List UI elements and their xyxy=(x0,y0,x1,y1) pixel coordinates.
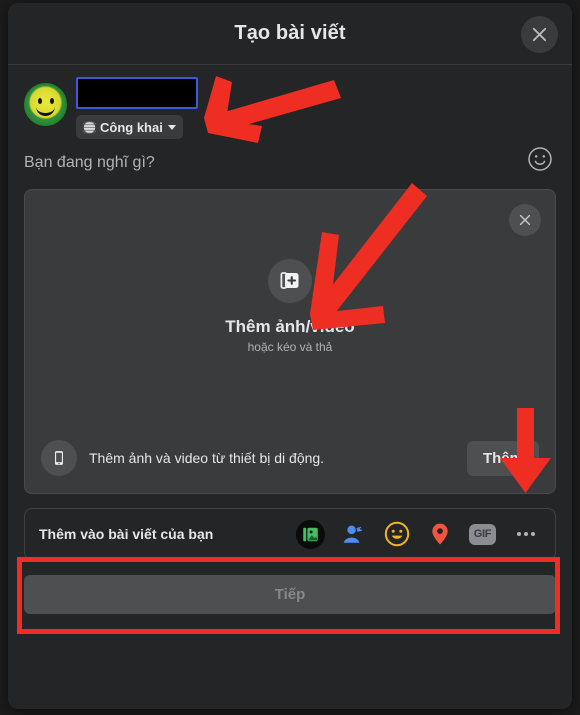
screenshot-root: Tạo bài viết Công khai Bạn đang nghĩ gì?… xyxy=(0,0,580,715)
dialog-header: Tạo bài viết xyxy=(8,3,572,65)
remove-media-button[interactable] xyxy=(509,204,541,236)
add-to-post-row: Thêm vào bài viết của bạn GIF xyxy=(24,508,556,560)
close-icon xyxy=(519,214,531,226)
privacy-selector[interactable]: Công khai xyxy=(76,115,183,139)
dropzone-subtitle: hoặc kéo và thả xyxy=(247,340,333,354)
add-photo-icon xyxy=(280,272,299,289)
feeling-activity-icon xyxy=(384,521,409,547)
close-icon xyxy=(532,27,547,42)
mobile-upload-row: Thêm ảnh và video từ thiết bị di động. T… xyxy=(29,427,551,489)
feeling-activity-button[interactable] xyxy=(381,519,412,550)
gif-icon: GIF xyxy=(469,523,496,545)
page-title: Tạo bài viết xyxy=(234,22,346,44)
more-options-icon xyxy=(516,532,535,536)
globe-icon xyxy=(83,120,96,134)
close-dialog-button[interactable] xyxy=(521,16,558,53)
tag-people-button[interactable] xyxy=(338,519,369,550)
emoji-smiley-icon xyxy=(528,147,552,171)
author-name-redacted xyxy=(76,77,198,109)
mobile-upload-text: Thêm ảnh và video từ thiết bị di động. xyxy=(89,450,325,466)
media-picker: Thêm ảnh/video hoặc kéo và thả Thêm ảnh … xyxy=(24,189,556,494)
add-to-post-section: Thêm vào bài viết của bạn GIF xyxy=(24,508,556,560)
highlight-add-to-post-row xyxy=(17,557,560,634)
location-icon xyxy=(431,523,448,545)
dialog-body: Công khai Bạn đang nghĩ gì? Thêm ảnh/vid… xyxy=(8,65,572,614)
check-in-location-button[interactable] xyxy=(424,519,455,550)
composer-placeholder: Bạn đang nghĩ gì? xyxy=(24,154,155,171)
emoji-picker-button[interactable] xyxy=(526,145,554,173)
mobile-phone-icon-wrap xyxy=(41,440,77,476)
dropzone-title: Thêm ảnh/video xyxy=(225,317,355,336)
add-photo-button[interactable] xyxy=(268,259,312,303)
tag-people-icon xyxy=(343,525,362,543)
author-details: Công khai xyxy=(76,77,198,139)
media-dropzone[interactable]: Thêm ảnh/video hoặc kéo và thả xyxy=(29,194,551,419)
add-photo-video-button[interactable] xyxy=(295,519,326,550)
add-from-mobile-button[interactable]: Thêm xyxy=(466,440,539,476)
post-composer[interactable]: Bạn đang nghĩ gì? xyxy=(24,141,556,185)
avatar[interactable] xyxy=(24,83,67,126)
add-gif-button[interactable]: GIF xyxy=(467,519,498,550)
more-options-button[interactable] xyxy=(510,519,541,550)
avatar-mouth xyxy=(36,102,55,116)
mobile-phone-icon xyxy=(55,451,63,465)
add-to-post-actions: GIF xyxy=(295,519,541,550)
photo-video-icon xyxy=(295,519,326,549)
chevron-down-icon xyxy=(167,124,176,130)
author-row: Công khai xyxy=(24,77,556,139)
add-to-post-label: Thêm vào bài viết của bạn xyxy=(39,526,214,542)
privacy-label: Công khai xyxy=(100,119,163,135)
